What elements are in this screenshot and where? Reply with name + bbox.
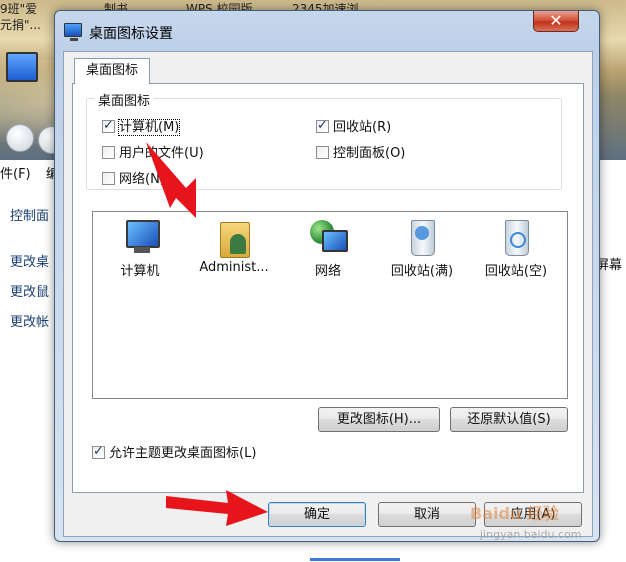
list-item[interactable]: 回收站(空) [469, 212, 563, 279]
checkbox-label: 计算机(M) [117, 119, 181, 136]
groupbox-title: 桌面图标 [94, 90, 155, 109]
checkbox-unchecked-icon [102, 172, 115, 185]
recycle-bin-checkbox[interactable]: 回收站(R) [316, 116, 392, 135]
dialog-titlebar[interactable]: 桌面图标设置 ✕ [55, 11, 601, 51]
list-item-label: 计算机 [120, 264, 160, 279]
desktop-snippet: 元捐"... [0, 18, 41, 32]
baidu-watermark-url: jingyan.baidu.com [480, 528, 582, 541]
screen-saver-link[interactable]: 屏幕 [596, 254, 626, 276]
task-link[interactable]: 更改帐 [10, 312, 49, 342]
list-item[interactable]: 网络 [281, 212, 375, 279]
computer-icon [120, 218, 160, 258]
user-folder-icon [214, 218, 254, 258]
allow-theme-checkbox[interactable]: 允许主题更改桌面图标(L) [92, 442, 257, 461]
list-item-label: 回收站(空) [484, 264, 548, 279]
menu-file[interactable]: 件(F) [0, 167, 31, 182]
control-panel-task-links: 控制面 更改桌 更改鼠 更改帐 [10, 206, 49, 342]
task-link[interactable]: 更改鼠 [10, 282, 49, 312]
baidu-watermark: Baidu 经验 [470, 504, 559, 523]
recycle-bin-empty-icon [496, 218, 536, 258]
list-item-label: 回收站(满) [390, 264, 454, 279]
checkbox-label: 用户的文件(U) [119, 146, 204, 161]
desktop-computer-icon[interactable] [6, 52, 38, 82]
computer-checkbox[interactable]: 计算机(M) [102, 116, 181, 136]
control-panel-home-link[interactable]: 控制面 [10, 206, 49, 236]
checkbox-checked-icon [102, 118, 115, 133]
network-checkbox[interactable]: 网络(N) [102, 168, 165, 187]
focus-underline [310, 558, 400, 561]
desktop-icon-list[interactable]: 计算机 Administ... 网络 回收站(满) 回收站(空) [92, 211, 568, 399]
change-icon-button[interactable]: 更改图标(H)... [318, 407, 440, 432]
monitor-icon [64, 23, 82, 41]
list-item[interactable]: Administ... [187, 212, 281, 275]
network-icon [308, 218, 348, 258]
cancel-button[interactable]: 取消 [378, 502, 476, 527]
checkbox-label: 控制面板(O) [333, 146, 406, 161]
restore-default-button[interactable]: 还原默认值(S) [450, 407, 568, 432]
checkbox-label: 网络(N) [119, 172, 165, 187]
list-item-label: 网络 [314, 264, 341, 279]
task-link[interactable]: 更改桌 [10, 252, 49, 282]
checkbox-checked-icon [316, 118, 329, 133]
ok-button[interactable]: 确定 [268, 502, 366, 527]
desktop-icon-settings-dialog: 桌面图标设置 ✕ 桌面图标 桌面图标 计算机(M) 用户的文件(U) 网络(N)… [54, 10, 600, 542]
dialog-client-area: 桌面图标 桌面图标 计算机(M) 用户的文件(U) 网络(N) 回收站(R) 控… [63, 51, 593, 537]
checkbox-label: 允许主题更改桌面图标(L) [109, 446, 257, 461]
dialog-title: 桌面图标设置 [89, 26, 173, 42]
close-icon: ✕ [549, 11, 563, 30]
user-files-checkbox[interactable]: 用户的文件(U) [102, 142, 204, 161]
list-item[interactable]: 计算机 [93, 212, 187, 279]
checkbox-checked-icon [92, 444, 105, 459]
recycle-bin-full-icon [402, 218, 442, 258]
checkbox-unchecked-icon [316, 146, 329, 159]
close-button[interactable]: ✕ [533, 11, 579, 32]
back-icon[interactable] [6, 124, 34, 152]
checkbox-unchecked-icon [102, 146, 115, 159]
checkbox-label: 回收站(R) [333, 120, 392, 135]
list-item-label: Administ... [199, 260, 269, 275]
desktop-snippet: 9班"爱 [0, 2, 38, 16]
control-panel-checkbox[interactable]: 控制面板(O) [316, 142, 406, 161]
tab-desktop-icons[interactable]: 桌面图标 [74, 58, 150, 84]
explorer-menubar: 件(F) 编 [0, 165, 60, 187]
list-item[interactable]: 回收站(满) [375, 212, 469, 279]
